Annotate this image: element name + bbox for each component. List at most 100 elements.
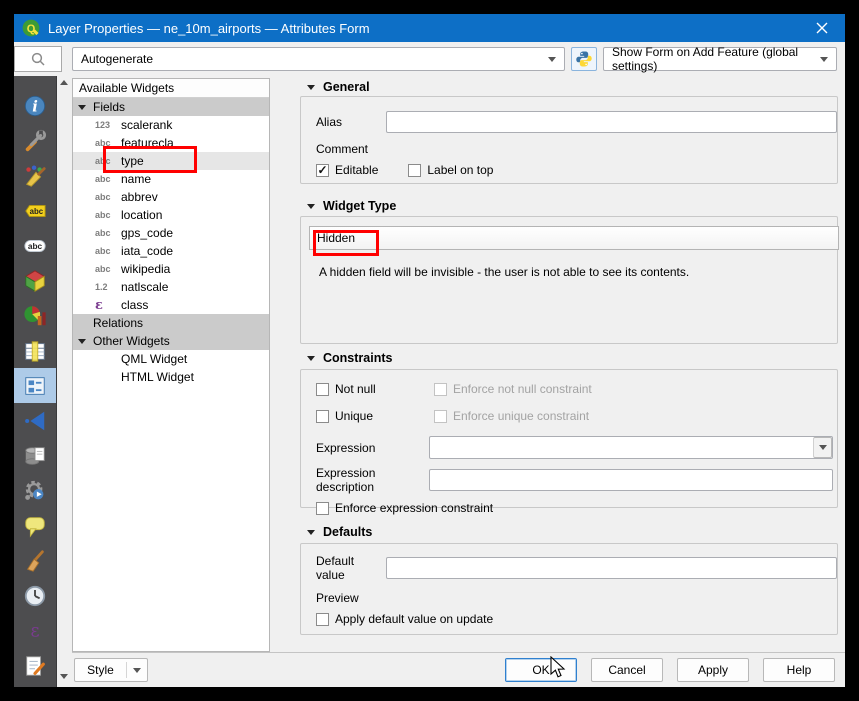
chevron-down-icon[interactable] [78, 337, 87, 346]
chevron-down-icon [819, 445, 827, 450]
editable-label: Editable [335, 163, 378, 177]
tab-temporal[interactable] [14, 578, 56, 613]
editable-checkbox[interactable]: ✓ Editable [316, 163, 378, 177]
tree-item-label: gps_code [121, 226, 173, 240]
tree-item-html-widget[interactable]: HTML Widget [73, 368, 269, 386]
tree-item-label: location [121, 208, 162, 222]
epsilon-icon: ε [23, 619, 47, 643]
field-text-icon: abc [95, 246, 121, 256]
tab-metadata[interactable] [14, 648, 56, 683]
expression-label: Expression [316, 441, 429, 455]
alias-input[interactable] [386, 111, 837, 133]
tree-item-name[interactable]: abc name [73, 170, 269, 188]
tree-item-qml-widget[interactable]: QML Widget [73, 350, 269, 368]
tree-group-relations[interactable]: Relations [73, 314, 269, 332]
tab-source[interactable] [14, 123, 56, 158]
expression-dropdown-button[interactable] [813, 437, 832, 458]
section-title: Constraints [323, 351, 392, 365]
tree-item-label: type [121, 154, 144, 168]
tree-group-other-widgets[interactable]: Other Widgets [73, 332, 269, 350]
tree-item-type[interactable]: abc type [73, 152, 269, 170]
tab-3d-view[interactable] [14, 263, 56, 298]
chevron-down-icon[interactable] [78, 103, 87, 112]
tree-item-iata-code[interactable]: abc iata_code [73, 242, 269, 260]
tree-item-class[interactable]: ε class [73, 296, 269, 314]
close-icon[interactable] [807, 14, 837, 42]
apply-default-on-update-checkbox[interactable]: Apply default value on update [316, 612, 837, 626]
search-icon [30, 51, 46, 67]
masks-icon: abc [23, 234, 47, 258]
tree-item-location[interactable]: abc location [73, 206, 269, 224]
field-settings-panel: General Alias Comment ✓ Editable [300, 80, 840, 652]
show-form-mode-select[interactable]: Show Form on Add Feature (global setting… [603, 47, 837, 71]
tab-actions[interactable] [14, 473, 56, 508]
tree-item-gps-code[interactable]: abc gps_code [73, 224, 269, 242]
svg-text:Q: Q [27, 23, 36, 35]
attributes-form-icon [23, 374, 47, 398]
form-layout-value: Autogenerate [81, 52, 153, 66]
tree-item-scalerank[interactable]: 123 scalerank [73, 116, 269, 134]
section-defaults-body: Default value Preview Apply default valu… [300, 543, 838, 635]
enforce-expression-checkbox[interactable]: Enforce expression constraint [316, 501, 837, 515]
available-widgets-header: Available Widgets [73, 79, 269, 98]
speech-bubble-icon [23, 514, 47, 538]
section-general-header[interactable]: General [300, 80, 840, 94]
enforce-unique-checkbox: Enforce unique constraint [434, 409, 589, 423]
section-constraints-header[interactable]: Constraints [300, 351, 840, 365]
python-icon [575, 50, 593, 68]
tab-variables[interactable]: ε [14, 613, 56, 648]
tab-information[interactable]: i [14, 88, 56, 123]
expander-placeholder [78, 319, 87, 328]
not-null-checkbox[interactable]: Not null [316, 382, 434, 396]
cancel-button[interactable]: Cancel [591, 658, 663, 682]
tab-attributes-form[interactable] [14, 368, 56, 403]
section-defaults-header[interactable]: Defaults [300, 525, 840, 539]
field-text-icon: abc [95, 264, 121, 274]
scroll-up-icon[interactable] [60, 80, 68, 85]
tree-group-fields[interactable]: Fields [73, 98, 269, 116]
metadata-page-icon [23, 654, 47, 678]
style-menu-button[interactable]: Style [74, 658, 148, 682]
enforce-unique-label: Enforce unique constraint [453, 409, 589, 423]
section-title: Defaults [323, 525, 372, 539]
expression-input[interactable] [429, 436, 833, 459]
field-text-icon: abc [95, 228, 121, 238]
tab-auxiliary-storage[interactable] [14, 438, 56, 473]
tab-masks[interactable]: abc [14, 228, 56, 263]
default-value-input[interactable] [386, 557, 837, 579]
scroll-down-icon[interactable] [60, 674, 68, 679]
section-widget-type-header[interactable]: Widget Type [300, 199, 840, 213]
tab-symbology[interactable] [14, 158, 56, 193]
tab-joins[interactable] [14, 403, 56, 438]
chevron-down-icon [307, 530, 315, 535]
search-input[interactable] [14, 46, 62, 72]
tab-labels[interactable]: abc [14, 193, 56, 228]
expression-description-input[interactable] [429, 469, 833, 491]
form-layout-select[interactable]: Autogenerate [72, 47, 565, 71]
chevron-down-icon [548, 57, 556, 62]
tree-item-featurecla[interactable]: abc featurecla [73, 134, 269, 152]
apply-button[interactable]: Apply [677, 658, 749, 682]
python-init-button[interactable] [571, 47, 597, 71]
enforce-not-null-checkbox: Enforce not null constraint [434, 382, 592, 396]
fields-table-icon [23, 339, 47, 363]
qgis-logo-icon: Q [22, 19, 40, 37]
tab-fields[interactable] [14, 333, 56, 368]
unique-label: Unique [335, 409, 373, 423]
field-expression-icon: ε [95, 298, 121, 313]
tree-item-natlscale[interactable]: 1.2 natlscale [73, 278, 269, 296]
tab-rendering[interactable] [14, 543, 56, 578]
svg-text:abc: abc [28, 241, 43, 251]
tab-display[interactable] [14, 508, 56, 543]
tab-diagrams[interactable] [14, 298, 56, 333]
section-widget-type-body: Hidden A hidden field will be invisible … [300, 216, 838, 344]
ok-button[interactable]: OK [505, 658, 577, 682]
label-on-top-checkbox[interactable]: Label on top [408, 163, 493, 177]
help-button[interactable]: Help [763, 658, 835, 682]
widget-type-select[interactable]: Hidden [309, 226, 839, 250]
tab-bar-scrollbar[interactable] [56, 76, 72, 687]
clock-icon [23, 584, 47, 608]
unique-checkbox[interactable]: Unique [316, 409, 434, 423]
tree-item-wikipedia[interactable]: abc wikipedia [73, 260, 269, 278]
tree-item-abbrev[interactable]: abc abbrev [73, 188, 269, 206]
